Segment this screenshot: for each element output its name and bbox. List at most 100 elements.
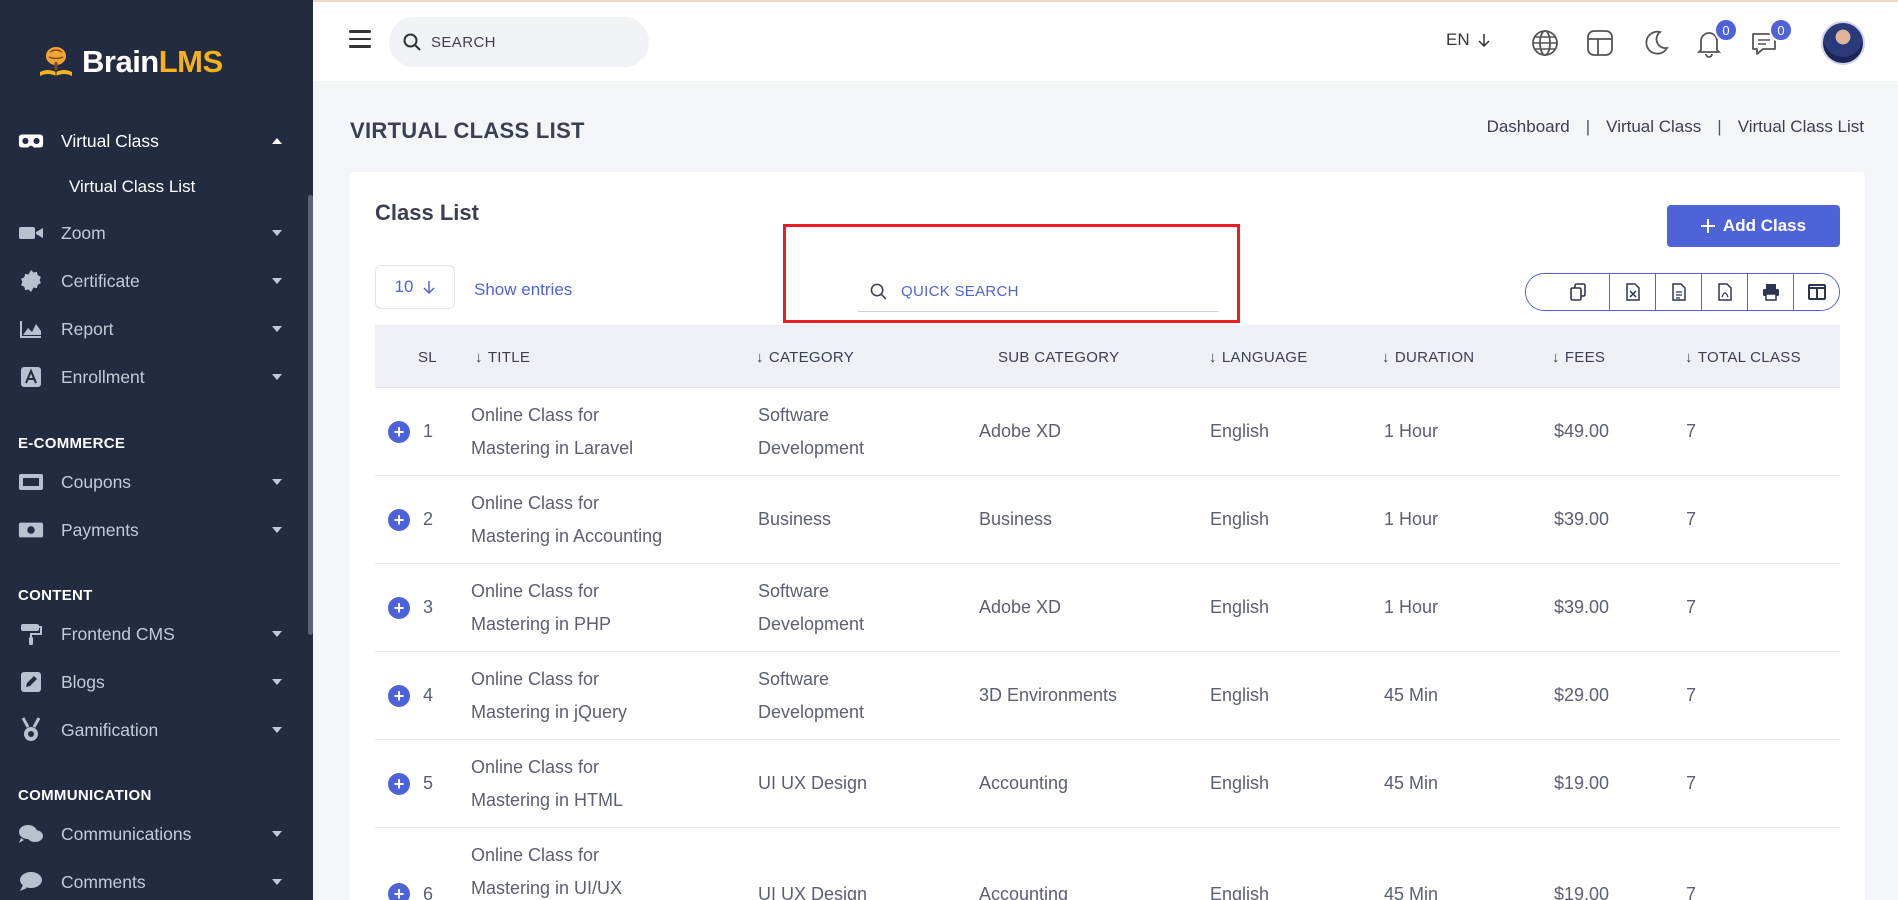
section-content: CONTENT (18, 587, 93, 604)
brand-name: BrainLMS (82, 44, 223, 79)
expand-row-icon[interactable]: + (388, 685, 410, 707)
sidebar-item-label: Enrollment (61, 366, 145, 387)
chevron-down-icon (272, 278, 282, 284)
comments-icon (18, 823, 44, 845)
sidebar-item-label: Report (61, 318, 114, 339)
cell-language: English (1210, 773, 1270, 793)
column-visibility-button[interactable] (1794, 274, 1839, 310)
sidebar-item-comments[interactable]: Comments (18, 867, 286, 897)
layout-icon[interactable] (1585, 28, 1615, 58)
copy-button[interactable] (1526, 274, 1610, 310)
cell-language: English (1210, 509, 1270, 529)
cell-sl: 6 (423, 884, 434, 900)
cell-category: UI UX Design (758, 884, 868, 900)
cell-sub-category: Accounting (979, 773, 1069, 793)
message-count-badge: 0 (1769, 18, 1793, 42)
column-header-duration[interactable]: ↓ DURATION (1382, 349, 1474, 366)
sidebar-scrollbar[interactable] (308, 195, 313, 635)
sidebar-item-frontend-cms[interactable]: Frontend CMS (18, 619, 286, 649)
edit-icon (18, 671, 44, 693)
sidebar-item-zoom[interactable]: Zoom (18, 218, 286, 248)
user-avatar[interactable] (1821, 21, 1865, 65)
hamburger-menu-icon[interactable] (349, 30, 371, 50)
sidebar-item-enrollment[interactable]: Enrollment (18, 362, 286, 392)
column-header-title[interactable]: ↓ TITLE (475, 349, 530, 366)
cell-total-class: 7 (1686, 421, 1697, 441)
expand-row-icon[interactable]: + (388, 509, 410, 531)
sort-arrow-icon: ↓ (475, 349, 483, 366)
chevron-down-icon (272, 727, 282, 733)
add-class-button[interactable]: Add Class (1667, 205, 1840, 247)
table-row: + 2 Online Class for Mastering in Account… (375, 476, 1840, 564)
csv-export-button[interactable] (1656, 274, 1702, 310)
moon-icon[interactable] (1640, 28, 1670, 58)
breadcrumb-virtual-class-list: Virtual Class List (1737, 117, 1864, 136)
cell-category: Software Development (758, 669, 865, 722)
brain-book-logo-icon (40, 47, 72, 76)
sidebar-item-payments[interactable]: Payments (18, 515, 286, 545)
table-row: + 1 Online Class for Mastering in Laravel… (375, 388, 1840, 476)
cell-sub-category: Adobe XD (979, 597, 1062, 617)
breadcrumb-virtual-class[interactable]: Virtual Class (1606, 117, 1701, 137)
expand-row-icon[interactable]: + (388, 883, 410, 900)
chevron-down-icon (272, 631, 282, 637)
expand-row-icon[interactable]: + (388, 597, 410, 619)
pdf-export-button[interactable] (1702, 274, 1748, 310)
sidebar-subitem-virtual-class-list[interactable]: Virtual Class List (69, 177, 195, 197)
cell-language: English (1210, 884, 1270, 900)
column-header-sub-category[interactable]: SUB CATEGORY (998, 349, 1119, 366)
cell-title: Online Class for Mastering in HTML (471, 757, 624, 810)
column-header-fees[interactable]: ↓ FEES (1552, 349, 1605, 366)
sidebar-item-label: Communications (61, 823, 192, 844)
cell-sl: 3 (423, 597, 434, 617)
brand-logo[interactable]: BrainLMS (36, 38, 223, 86)
cell-total-class: 7 (1686, 597, 1697, 617)
chevron-down-icon (272, 479, 282, 485)
column-header-language[interactable]: ↓ LANGUAGE (1209, 349, 1308, 366)
sidebar-item-label: Blogs (61, 671, 105, 692)
entries-per-page-select[interactable]: 10 (375, 265, 455, 309)
sort-arrow-icon: ↓ (1685, 349, 1693, 366)
sidebar-item-coupons[interactable]: Coupons (18, 467, 286, 497)
class-table: SL ↓ TITLE ↓ CATEGORY SUB CATEGORY ↓ LANGUA… (375, 325, 1840, 900)
cell-title: Online Class for Mastering in UI/UX (471, 845, 623, 898)
arrow-down-icon (423, 281, 435, 294)
printer-icon (1762, 284, 1779, 301)
entries-value: 10 (394, 277, 414, 296)
language-selector[interactable]: EN (1446, 30, 1490, 50)
cell-duration: 1 Hour (1384, 421, 1439, 441)
notification-count-badge: 0 (1714, 18, 1738, 42)
expand-row-icon[interactable]: + (388, 421, 410, 443)
sidebar-item-virtual-class[interactable]: Virtual Class (18, 126, 286, 156)
cell-duration: 45 Min (1384, 773, 1439, 793)
table-header: SL ↓ TITLE ↓ CATEGORY SUB CATEGORY ↓ LANGUA… (375, 325, 1840, 388)
global-search[interactable] (389, 17, 649, 67)
cell-fees: $19.00 (1554, 884, 1610, 900)
cell-duration: 45 Min (1384, 884, 1439, 900)
excel-file-icon (1625, 283, 1640, 301)
card-title: Class List (375, 200, 479, 225)
column-header-sl[interactable]: SL (418, 349, 437, 366)
chevron-down-icon (272, 879, 282, 885)
message-icon[interactable]: 0 (1749, 18, 1793, 58)
expand-row-icon[interactable]: + (388, 773, 410, 795)
cell-duration: 45 Min (1384, 685, 1439, 705)
sidebar-item-blogs[interactable]: Blogs (18, 667, 286, 697)
class-list-card: Class List Add Class 10 Show entries SL … (350, 172, 1865, 900)
sidebar: BrainLMS Virtual Class Virtual Class Lis… (0, 0, 313, 900)
excel-export-button[interactable] (1610, 274, 1656, 310)
sidebar-item-report[interactable]: Report (18, 314, 286, 344)
sidebar-item-certificate[interactable]: Certificate (18, 266, 286, 296)
cell-sl: 2 (423, 509, 434, 529)
column-header-category[interactable]: ↓ CATEGORY (756, 349, 854, 366)
chevron-down-icon (272, 374, 282, 380)
breadcrumb-dashboard[interactable]: Dashboard (1487, 117, 1570, 137)
column-header-total-class[interactable]: ↓ TOTAL CLASS (1685, 349, 1801, 366)
notification-bell-icon[interactable]: 0 (1694, 18, 1738, 58)
sidebar-item-communications[interactable]: Communications (18, 819, 286, 849)
sidebar-item-gamification[interactable]: Gamification (18, 715, 286, 745)
globe-icon[interactable] (1530, 28, 1560, 58)
cell-total-class: 7 (1686, 884, 1697, 900)
print-button[interactable] (1748, 274, 1794, 310)
search-input[interactable] (431, 33, 631, 51)
